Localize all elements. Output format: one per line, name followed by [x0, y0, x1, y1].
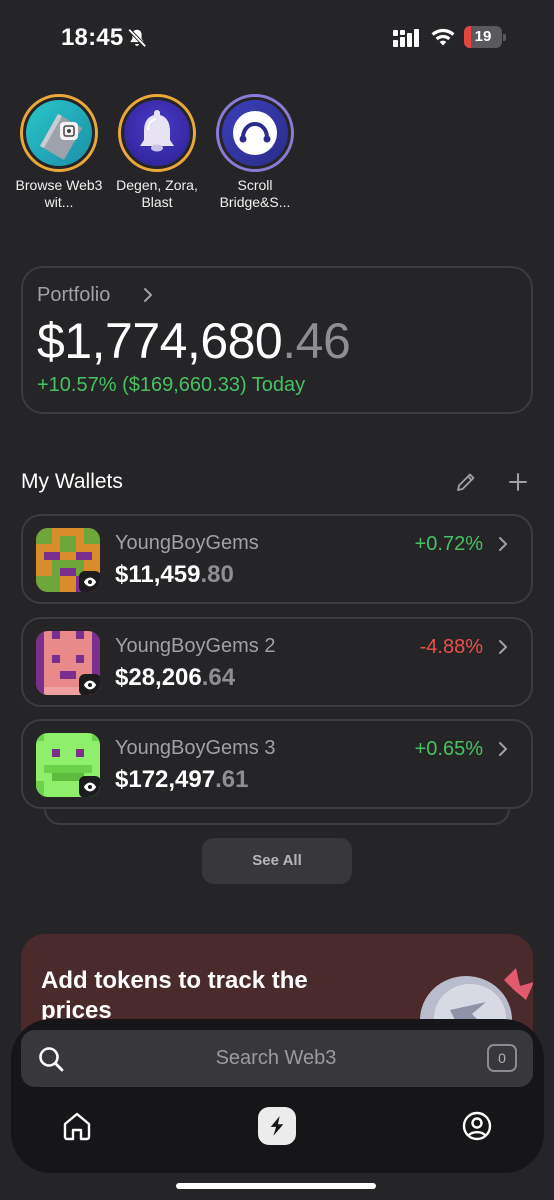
eye-icon: [79, 674, 100, 695]
portfolio-card[interactable]: Portfolio $1,774,680.46 +10.57% ($169,66…: [21, 266, 533, 414]
pencil-edit-icon[interactable]: [455, 471, 477, 493]
bell-3d-icon: [140, 110, 174, 152]
wallet-avatar: [36, 733, 100, 797]
battery-level: 19: [474, 28, 492, 45]
wallet-avatar: [36, 528, 100, 592]
wallet-card[interactable]: YoungBoyGems $11,459.80 +0.72%: [21, 514, 533, 604]
story-scroll-bridge[interactable]: Scroll Bridge&S...: [210, 94, 300, 211]
wallet-name: YoungBoyGems 2: [115, 635, 276, 657]
search-bar[interactable]: 0: [21, 1030, 533, 1087]
battery-icon: 19: [464, 26, 506, 48]
eye-icon: [79, 571, 100, 592]
story-label: Scroll Bridge&S...: [219, 177, 291, 210]
portfolio-change: +10.57% ($169,660.33) Today: [37, 374, 306, 396]
wallets-title: My Wallets: [21, 470, 123, 493]
wifi-icon: [431, 28, 455, 46]
search-input[interactable]: [81, 1030, 471, 1087]
wallet-name: YoungBoyGems 3: [115, 737, 276, 759]
search-icon: [39, 1047, 64, 1072]
bell-slash-icon: [127, 28, 147, 48]
chevron-right-icon: [144, 288, 152, 302]
story-label: Browse Web3 wit...: [15, 177, 103, 210]
wallet-card[interactable]: YoungBoyGems 2 $28,206.64 -4.88%: [21, 617, 533, 707]
wallet-stack-edge: [44, 809, 510, 825]
wallet-balance: $11,459.80: [115, 561, 234, 588]
scroll-bridge-icon: [233, 111, 277, 155]
chevron-right-icon: [499, 640, 507, 654]
eye-icon: [79, 776, 100, 797]
wallet-change: +0.65%: [414, 738, 483, 760]
portfolio-label: Portfolio: [37, 284, 111, 306]
promo-text: Add tokens to track the prices: [41, 967, 308, 1024]
home-icon[interactable]: [60, 1109, 94, 1143]
chevron-right-icon: [499, 742, 507, 756]
status-bar: 18:45 19: [0, 0, 554, 70]
wallet-change: +0.72%: [414, 533, 483, 555]
lightning-icon[interactable]: [258, 1107, 296, 1145]
profile-icon[interactable]: [460, 1109, 494, 1143]
see-all-button[interactable]: See All: [202, 838, 352, 884]
tab-count-badge[interactable]: 0: [487, 1044, 517, 1072]
cellular-signal-icon: [393, 29, 419, 47]
chevron-right-icon: [499, 537, 507, 551]
wallet-balance: $28,206.64: [115, 664, 236, 691]
wallet-name: YoungBoyGems: [115, 532, 259, 554]
status-time: 18:45: [61, 24, 124, 51]
portfolio-value: $1,774,680.46: [37, 313, 351, 369]
wallet-balance: $172,497.61: [115, 766, 249, 793]
wallet-avatar: [36, 631, 100, 695]
browser-card-icon: [40, 114, 82, 160]
wallet-change: -4.88%: [419, 636, 483, 658]
story-degen-zora-blast[interactable]: Degen, Zora, Blast: [112, 94, 202, 211]
story-browse-web3[interactable]: Browse Web3 wit...: [14, 94, 104, 211]
story-label: Degen, Zora, Blast: [116, 177, 198, 210]
home-indicator: [176, 1183, 376, 1189]
plus-icon[interactable]: [507, 471, 529, 493]
wallet-card[interactable]: YoungBoyGems 3 $172,497.61 +0.65%: [21, 719, 533, 809]
